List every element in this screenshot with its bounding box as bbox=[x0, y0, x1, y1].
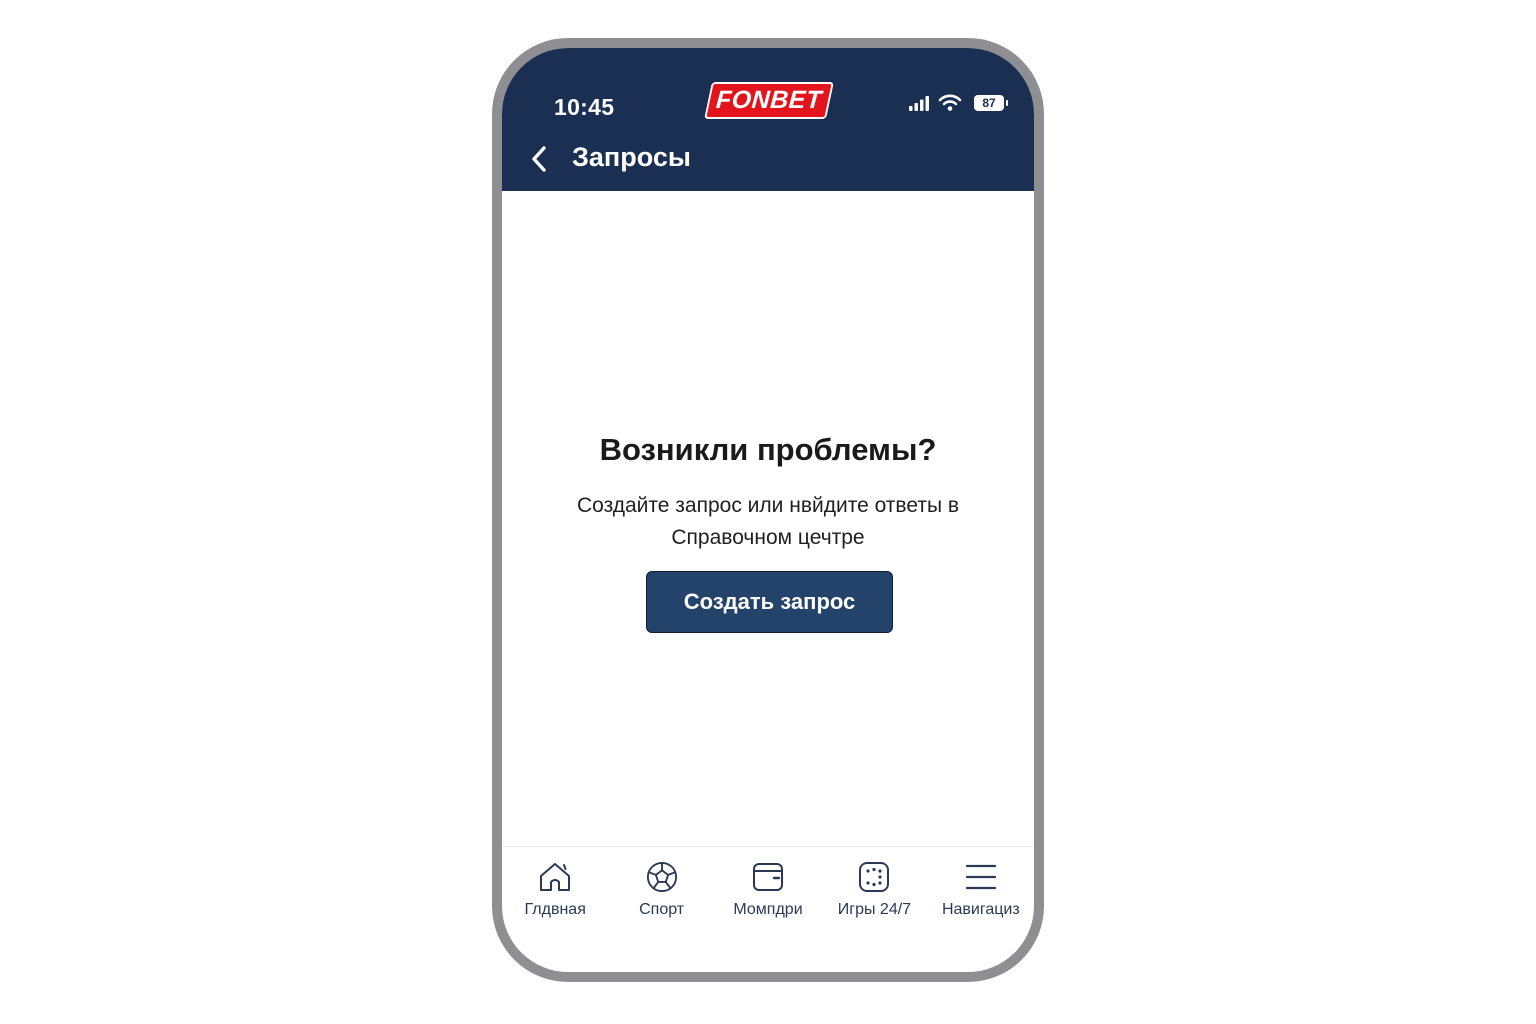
status-time: 10:45 bbox=[554, 94, 615, 120]
wifi-icon bbox=[938, 94, 962, 111]
tab-sport[interactable]: Спорт bbox=[608, 847, 714, 943]
app-header: 10:45 FONBET 87 Запросы bbox=[502, 48, 1034, 191]
tab-navigation-label: Навигациз bbox=[941, 901, 1020, 918]
battery-icon: 87 bbox=[974, 94, 1008, 111]
screen: 10:45 FONBET 87 Запросы Возникли проблем… bbox=[0, 0, 1536, 1024]
wallet-icon bbox=[753, 863, 784, 891]
tab-sport-label: Спорт bbox=[639, 901, 685, 918]
back-button[interactable] bbox=[524, 144, 554, 174]
tab-home-label: Глдвная bbox=[524, 901, 586, 918]
bottom-tab-bar: Глдвная Спорт Момпдри Игры 24/7 Навигаци… bbox=[502, 846, 1034, 943]
tab-home[interactable]: Глдвная bbox=[502, 847, 608, 943]
battery-level: 87 bbox=[982, 95, 996, 110]
fonbet-logo: FONBET bbox=[704, 82, 834, 119]
empty-state-description: Создайте запрос или нвйдите ответы в Спр… bbox=[576, 494, 960, 549]
chevron-left-icon bbox=[532, 146, 546, 172]
empty-state-title: Возникли проблемы? bbox=[599, 432, 937, 467]
status-icons: 87 bbox=[908, 94, 1008, 111]
tab-games-label: Игры 24/7 bbox=[837, 901, 912, 918]
logo-text: FONBET bbox=[715, 86, 823, 114]
create-request-button[interactable]: Создать запрос bbox=[646, 571, 893, 633]
signal-icon bbox=[909, 95, 929, 111]
ball-icon bbox=[646, 861, 677, 893]
tab-navigation[interactable]: Навигациз bbox=[928, 847, 1034, 943]
menu-icon bbox=[965, 864, 996, 890]
home-icon bbox=[540, 863, 571, 891]
tab-games[interactable]: Игры 24/7 bbox=[821, 847, 927, 943]
tab-wallet[interactable]: Момпдри bbox=[715, 847, 821, 943]
page-title: Запросы bbox=[572, 142, 691, 172]
dice-icon bbox=[859, 862, 890, 892]
phone-frame: 10:45 FONBET 87 Запросы Возникли проблем… bbox=[492, 38, 1044, 982]
tab-wallet-label: Момпдри bbox=[733, 901, 803, 918]
